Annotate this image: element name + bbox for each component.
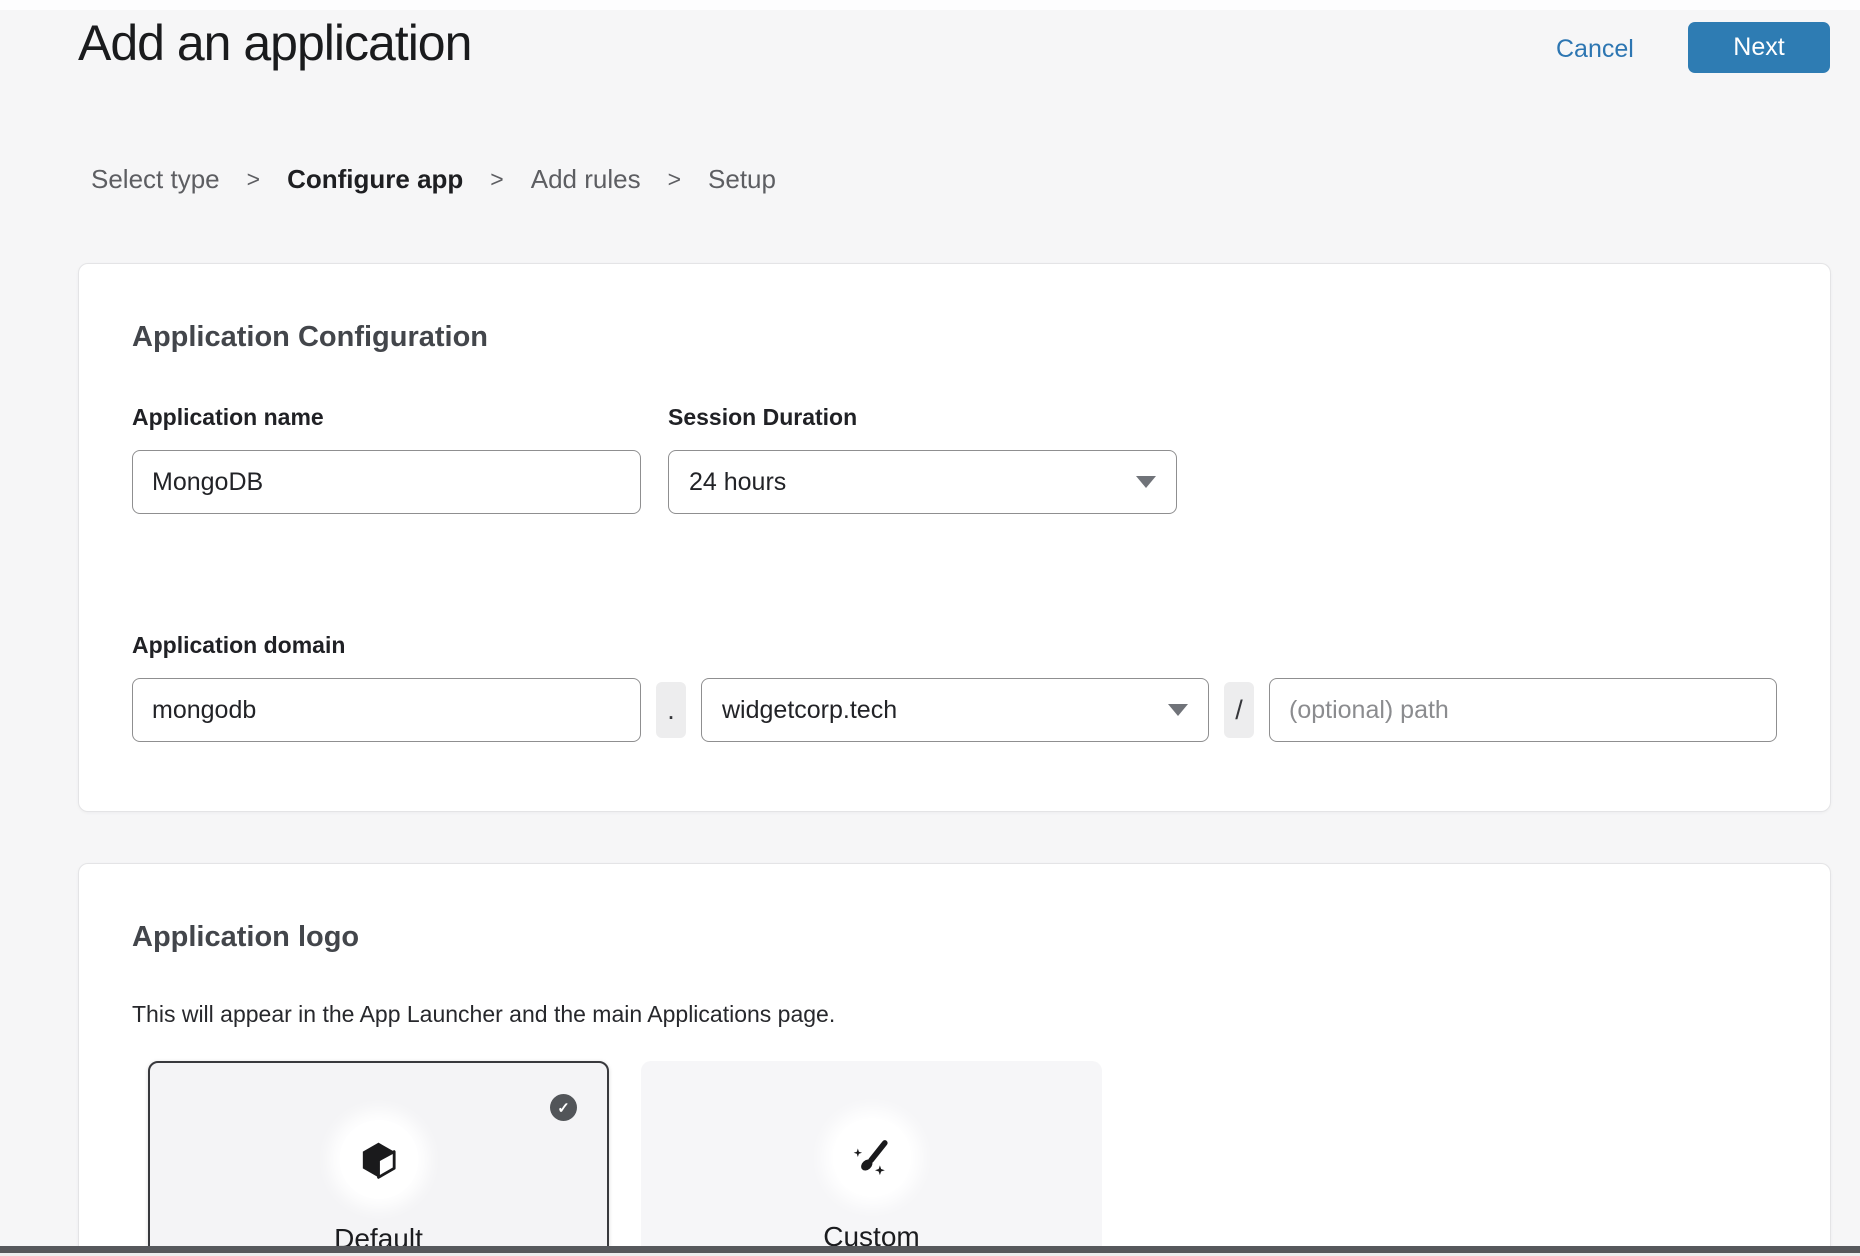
application-logo-card: Application logo This will appear in the… — [78, 863, 1831, 1256]
selected-check-icon: ✓ — [550, 1094, 577, 1121]
application-configuration-card: Application Configuration Application na… — [78, 263, 1831, 812]
session-duration-select[interactable]: 24 hours — [668, 450, 1177, 514]
application-domain-label: Application domain — [132, 632, 1777, 659]
add-application-screen: Add an application Cancel Next Select ty… — [0, 0, 1860, 1256]
chevron-down-icon — [1168, 704, 1188, 716]
step-setup[interactable]: Setup — [708, 164, 776, 195]
application-name-field: Application name — [132, 404, 641, 514]
domain-select-value: widgetcorp.tech — [722, 696, 897, 725]
application-name-input[interactable] — [132, 450, 641, 514]
subdomain-input[interactable] — [132, 678, 641, 742]
default-logo-circle — [339, 1120, 418, 1199]
breadcrumb: Select type > Configure app > Add rules … — [91, 164, 776, 195]
breadcrumb-separator: > — [247, 166, 260, 193]
domain-select[interactable]: widgetcorp.tech — [701, 678, 1209, 742]
window-bottom-edge — [0, 1246, 1860, 1253]
name-session-row: Application name Session Duration 24 hou… — [132, 404, 1777, 514]
config-card-heading: Application Configuration — [132, 264, 1777, 354]
logo-options: ✓ Default C — [148, 1061, 1777, 1256]
application-name-label: Application name — [132, 404, 641, 431]
paintbrush-icon — [851, 1137, 893, 1179]
path-input[interactable] — [1269, 678, 1777, 742]
custom-logo-circle — [832, 1118, 911, 1197]
chevron-down-icon — [1136, 476, 1156, 488]
logo-option-custom[interactable]: Custom — [641, 1061, 1102, 1256]
page-title: Add an application — [78, 14, 471, 72]
session-duration-label: Session Duration — [668, 404, 1177, 431]
session-duration-value: 24 hours — [689, 468, 786, 497]
breadcrumb-separator: > — [668, 166, 681, 193]
application-domain-row: . widgetcorp.tech / — [132, 678, 1777, 742]
step-configure-app[interactable]: Configure app — [287, 164, 463, 195]
logo-card-heading: Application logo — [132, 864, 1777, 954]
step-select-type[interactable]: Select type — [91, 164, 220, 195]
breadcrumb-separator: > — [490, 166, 503, 193]
dot-separator: . — [656, 682, 686, 738]
step-add-rules[interactable]: Add rules — [531, 164, 641, 195]
next-button[interactable]: Next — [1688, 22, 1830, 73]
session-duration-field: Session Duration 24 hours — [668, 404, 1177, 514]
slash-separator: / — [1224, 682, 1254, 738]
logo-option-default[interactable]: ✓ Default — [148, 1061, 609, 1256]
window-top-edge — [0, 0, 1860, 10]
logo-description: This will appear in the App Launcher and… — [132, 1001, 1777, 1028]
cube-icon — [359, 1140, 399, 1180]
cancel-button[interactable]: Cancel — [1556, 35, 1634, 64]
